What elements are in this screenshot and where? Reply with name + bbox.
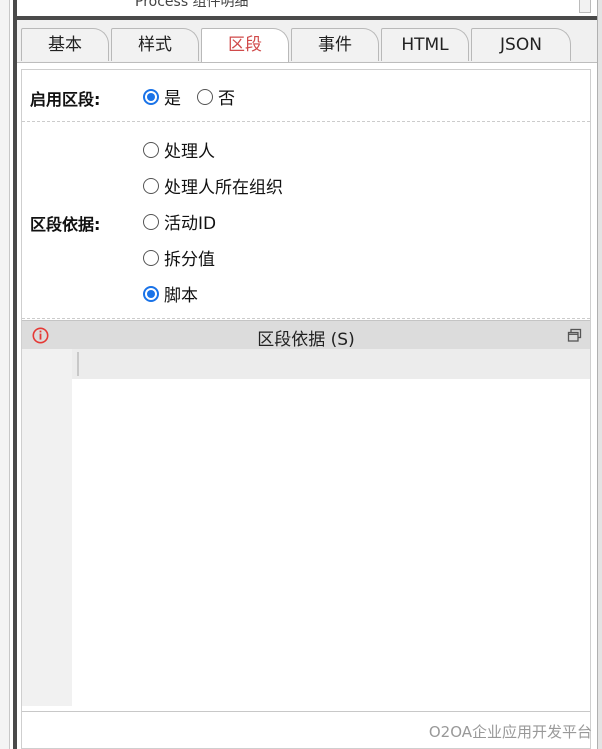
line-number-gutter <box>22 349 72 706</box>
tab-style[interactable]: 样式 <box>111 28 199 61</box>
clipped-heading: Process 组件明细 <box>135 0 249 10</box>
row-divider <box>22 121 590 122</box>
basis-option-split-value[interactable]: 拆分值 <box>143 245 215 270</box>
script-code-area[interactable] <box>72 379 590 706</box>
tab-basic[interactable]: 基本 <box>21 28 109 61</box>
right-scrollbar[interactable] <box>597 0 602 749</box>
tab-json[interactable]: JSON <box>471 28 571 61</box>
tab-html[interactable]: HTML <box>381 28 469 61</box>
tab-events[interactable]: 事件 <box>291 28 379 61</box>
option-label: 活动ID <box>164 214 217 234</box>
watermark-text: O2OA企业应用开发平台 <box>428 723 592 741</box>
option-label: 拆分值 <box>164 250 215 270</box>
maximize-window-icon[interactable] <box>567 328 582 343</box>
radio-unchecked-icon[interactable] <box>143 213 159 230</box>
option-label: 处理人 <box>164 142 215 162</box>
section-basis-label: 区段依据: <box>30 215 101 234</box>
option-label: 脚本 <box>164 286 198 306</box>
basis-option-script[interactable]: 脚本 <box>143 281 198 306</box>
script-editor-title: 区段依据 (S) <box>257 330 355 350</box>
basis-option-activity-id[interactable]: 活动ID <box>143 209 216 234</box>
radio-unchecked-icon[interactable] <box>143 177 159 194</box>
upper-panel-clipped: Process 组件明细 <box>17 0 597 17</box>
option-label: 是 <box>164 89 181 109</box>
editor-bottom-border <box>22 711 590 712</box>
scrollbar-stub[interactable] <box>579 0 591 13</box>
left-frame <box>0 0 10 749</box>
option-label: 否 <box>218 89 235 109</box>
row-divider <box>22 318 590 319</box>
option-label: 处理人所在组织 <box>164 178 283 198</box>
script-editor-header: 区段依据 (S) <box>22 320 590 350</box>
radio-checked-icon[interactable] <box>143 285 159 302</box>
radio-unchecked-icon[interactable] <box>143 141 159 158</box>
active-line-highlight[interactable] <box>72 349 590 379</box>
left-splitter[interactable] <box>13 0 17 749</box>
text-cursor <box>77 352 79 376</box>
enable-section-label: 启用区段: <box>30 90 101 109</box>
basis-option-handler[interactable]: 处理人 <box>143 137 215 162</box>
radio-unchecked-icon[interactable] <box>197 88 213 105</box>
tab-section[interactable]: 区段 <box>201 28 289 62</box>
radio-checked-icon[interactable] <box>143 88 159 105</box>
enable-section-no[interactable]: 否 <box>197 84 235 109</box>
enable-section-yes[interactable]: 是 <box>143 84 181 109</box>
radio-unchecked-icon[interactable] <box>143 249 159 266</box>
property-tabs: 基本 样式 区段 事件 HTML JSON <box>17 20 597 63</box>
basis-option-handler-org[interactable]: 处理人所在组织 <box>143 173 283 198</box>
